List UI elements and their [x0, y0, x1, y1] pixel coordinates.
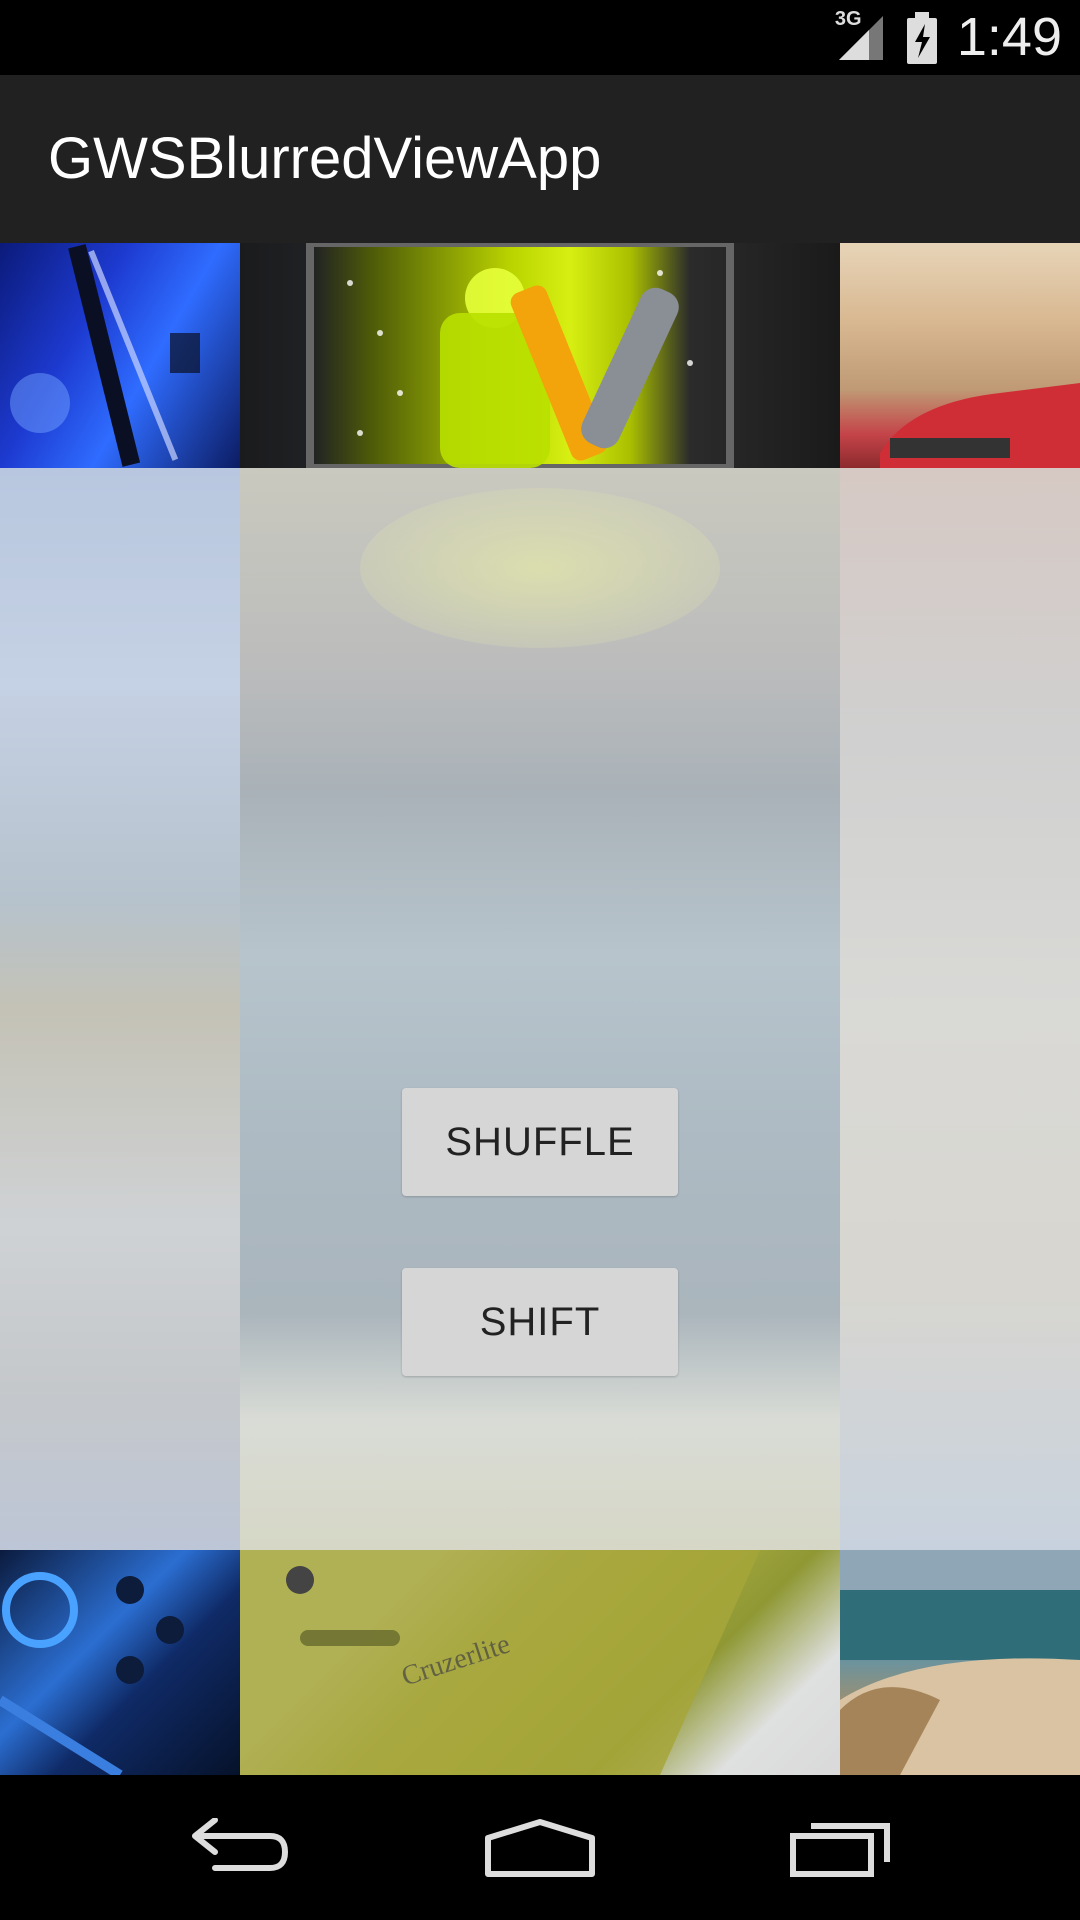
- home-button[interactable]: [440, 1775, 640, 1920]
- app-bar: GWSBlurredViewApp: [0, 75, 1080, 243]
- blurred-view: SHUFFLE SHIFT: [0, 468, 1080, 1550]
- lab-image: [0, 243, 240, 468]
- beach-image: [840, 1550, 1080, 1775]
- android-tools-image: [240, 243, 840, 468]
- car-image: [840, 243, 1080, 468]
- back-icon: [192, 1817, 288, 1871]
- signal-icon: 3G: [835, 8, 887, 64]
- image-grid: SHUFFLE SHIFT Cruzerlite: [0, 243, 1080, 1775]
- status-icons: 3G 1:49: [835, 0, 1062, 75]
- circuit-image: [0, 1550, 240, 1775]
- shuffle-button[interactable]: SHUFFLE: [402, 1088, 678, 1196]
- blurred-column-left: [0, 468, 240, 1550]
- blur-highlight: [360, 488, 720, 648]
- home-icon: [485, 1818, 595, 1877]
- navigation-bar: [0, 1775, 1080, 1920]
- shift-button[interactable]: SHIFT: [402, 1268, 678, 1376]
- network-type: 3G: [834, 7, 862, 30]
- app-title: GWSBlurredViewApp: [48, 126, 602, 191]
- recent-apps-icon: [790, 1822, 890, 1877]
- clock: 1:49: [956, 7, 1062, 67]
- recent-apps-button[interactable]: [740, 1775, 940, 1920]
- back-button[interactable]: [140, 1775, 340, 1920]
- battery-charging-icon: [905, 11, 939, 64]
- blurred-column-right: [840, 468, 1080, 1550]
- status-bar: 3G 1:49: [0, 0, 1080, 75]
- phone-case-image: Cruzerlite: [240, 1550, 840, 1775]
